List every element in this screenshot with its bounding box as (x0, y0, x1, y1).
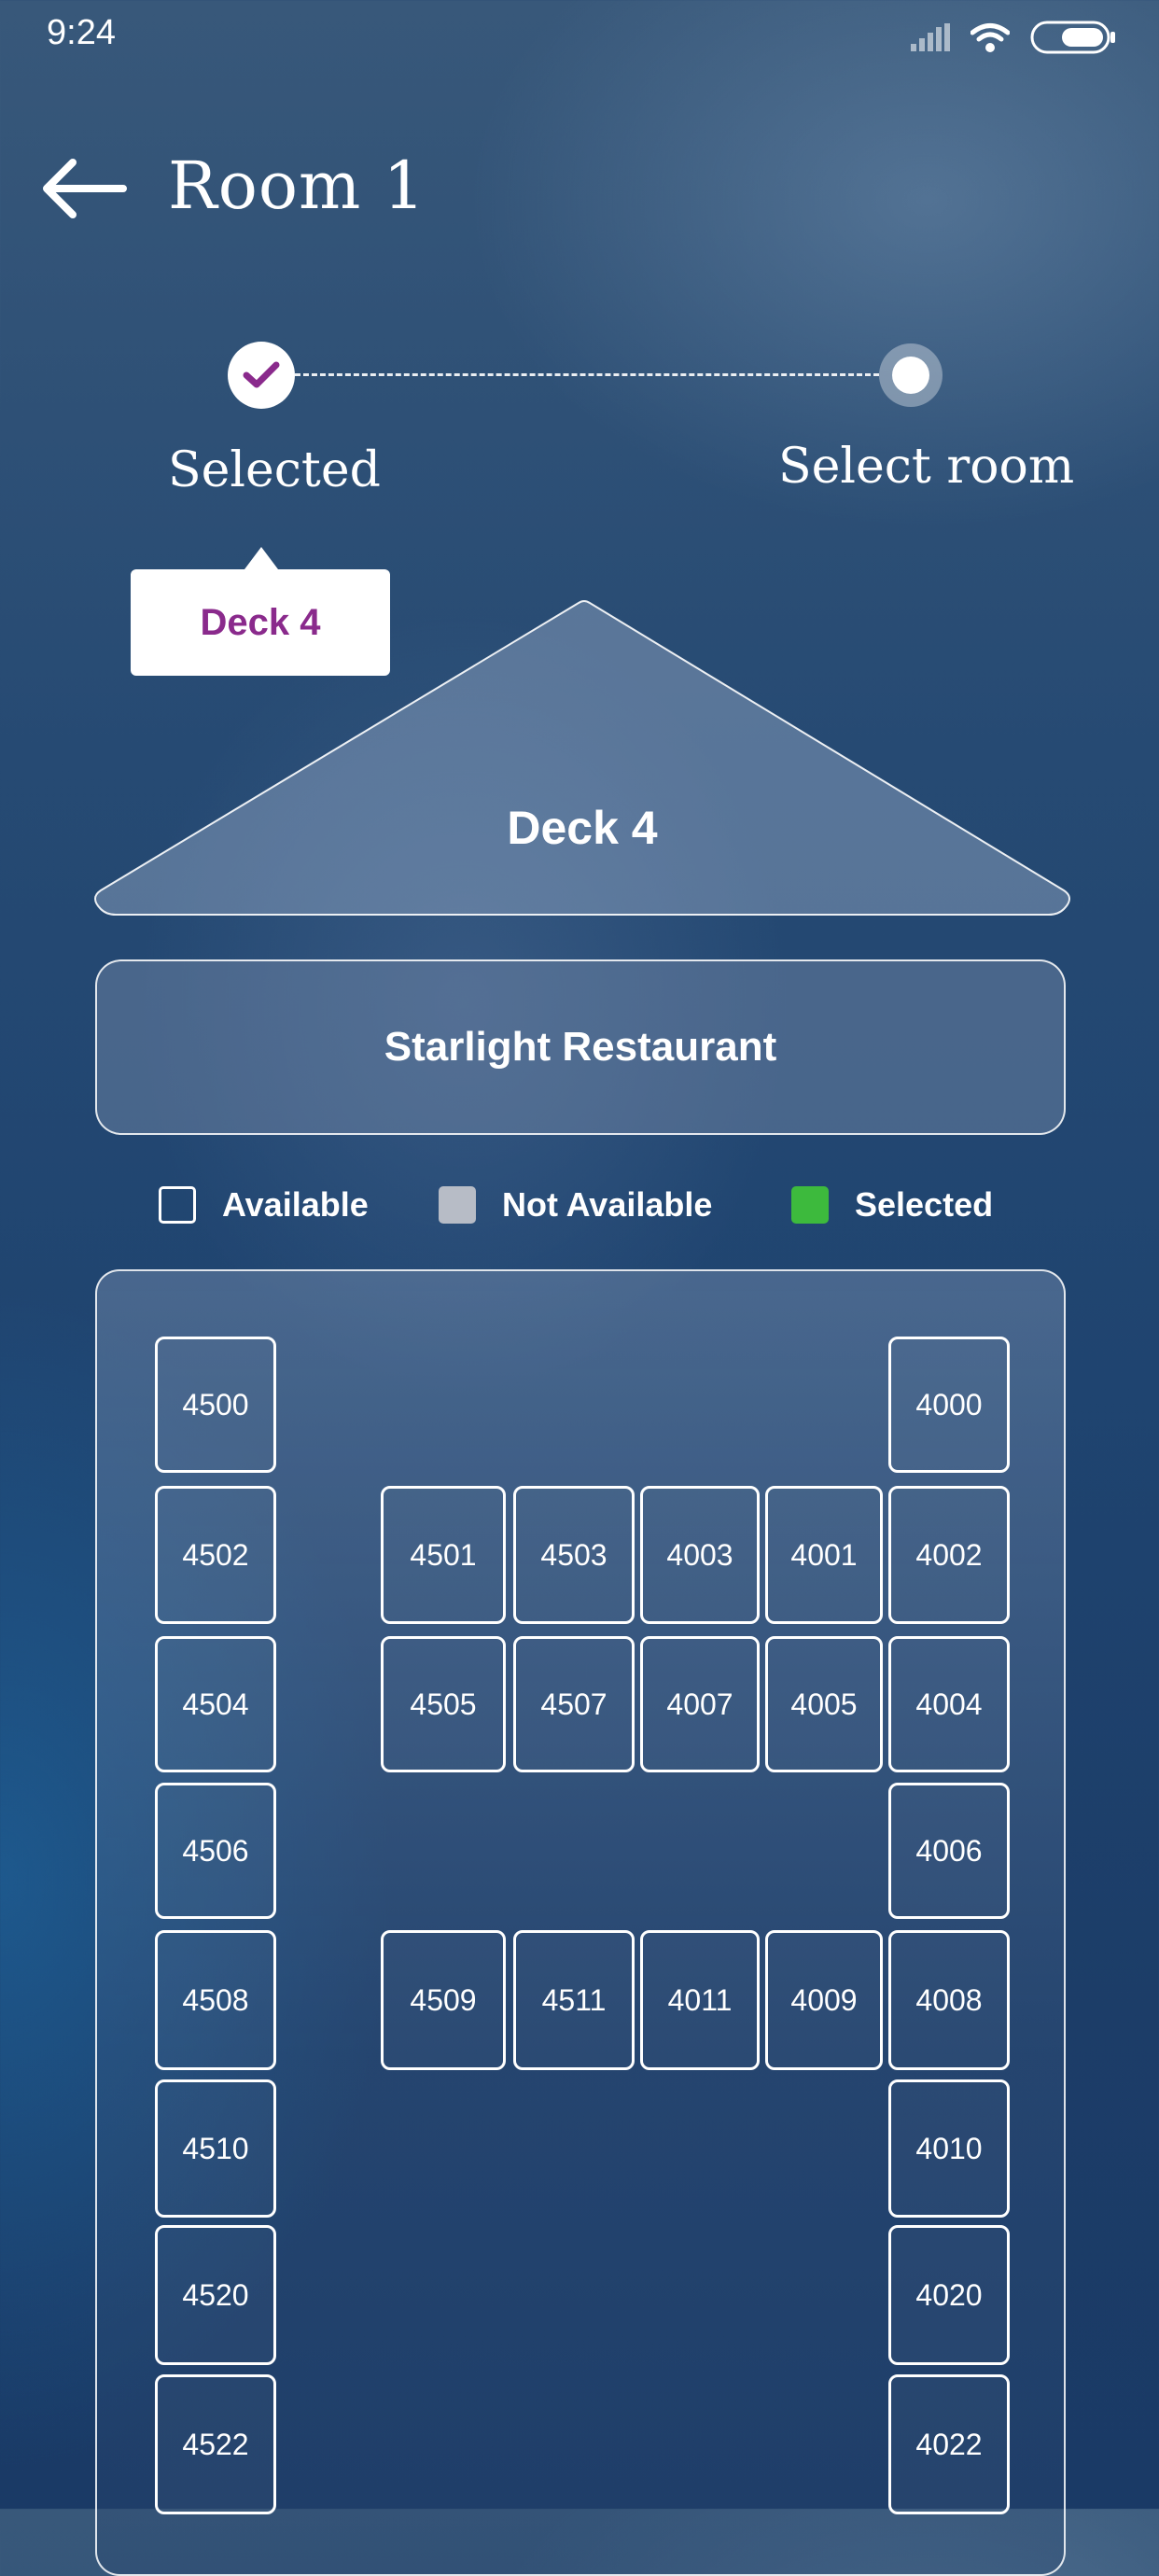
legend-swatch-selected (791, 1186, 829, 1224)
cabin-4022[interactable]: 4022 (888, 2374, 1010, 2514)
arrow-left-icon (39, 155, 129, 222)
cabin-4020[interactable]: 4020 (888, 2225, 1010, 2365)
cabin-4011[interactable]: 4011 (640, 1930, 760, 2070)
cabin-4001[interactable]: 4001 (765, 1486, 883, 1624)
cabin-4004[interactable]: 4004 (888, 1636, 1010, 1772)
legend-item-selected: Selected (791, 1182, 993, 1228)
cabin-4502[interactable]: 4502 (155, 1486, 276, 1624)
cabin-4503[interactable]: 4503 (513, 1486, 635, 1624)
cabin-4008[interactable]: 4008 (888, 1930, 1010, 2070)
legend-swatch-available (159, 1186, 196, 1224)
cabin-4522[interactable]: 4522 (155, 2374, 276, 2514)
step-label-select-room: Select room (778, 439, 1075, 495)
cabin-4009[interactable]: 4009 (765, 1930, 883, 2070)
cabin-4003[interactable]: 4003 (640, 1486, 760, 1624)
cabin-4505[interactable]: 4505 (381, 1636, 506, 1772)
restaurant-area: Starlight Restaurant (95, 959, 1066, 1135)
status-time: 9:24 (47, 13, 116, 52)
legend-label-available: Available (222, 1185, 369, 1224)
status-bar: 9:24 (0, 0, 1159, 75)
cabin-4510[interactable]: 4510 (155, 2079, 276, 2218)
signal-icon (911, 23, 950, 51)
step-select-room-indicator[interactable] (879, 343, 943, 407)
cabin-4511[interactable]: 4511 (513, 1930, 635, 2070)
cabin-4002[interactable]: 4002 (888, 1486, 1010, 1624)
legend: Available Not Available Selected (0, 1182, 1159, 1238)
status-icons (911, 21, 1116, 54)
checkmark-icon (243, 360, 280, 390)
cabin-4500[interactable]: 4500 (155, 1337, 276, 1473)
cabin-4007[interactable]: 4007 (640, 1636, 760, 1772)
cabin-4509[interactable]: 4509 (381, 1930, 506, 2070)
cabin-4520[interactable]: 4520 (155, 2225, 276, 2365)
legend-label-not-available: Not Available (502, 1185, 713, 1224)
deck-tooltip: Deck 4 (131, 547, 390, 676)
stepper: Selected Select room (0, 336, 1159, 504)
legend-item-not-available: Not Available (439, 1182, 712, 1228)
cabin-4000[interactable]: 4000 (888, 1337, 1010, 1473)
legend-label-selected: Selected (855, 1185, 994, 1224)
deck-label: Deck 4 (507, 802, 658, 854)
legend-swatch-not-available (439, 1186, 476, 1224)
battery-icon (1030, 21, 1116, 54)
cabin-4504[interactable]: 4504 (155, 1636, 276, 1772)
cabin-4006[interactable]: 4006 (888, 1783, 1010, 1919)
cabin-4010[interactable]: 4010 (888, 2079, 1010, 2218)
active-step-dot (892, 357, 929, 394)
legend-item-available: Available (159, 1182, 369, 1228)
stepper-connector (295, 373, 879, 376)
wifi-icon (970, 22, 1010, 52)
step-selected-indicator[interactable] (228, 342, 295, 409)
cabin-4508[interactable]: 4508 (155, 1930, 276, 2070)
header: Room 1 (0, 140, 1159, 243)
cabin-4506[interactable]: 4506 (155, 1783, 276, 1919)
page-title: Room 1 (168, 147, 426, 224)
back-button[interactable] (39, 155, 129, 222)
cabin-4507[interactable]: 4507 (513, 1636, 635, 1772)
cabin-4501[interactable]: 4501 (381, 1486, 506, 1624)
step-label-selected: Selected (168, 442, 381, 498)
cabin-4005[interactable]: 4005 (765, 1636, 883, 1772)
